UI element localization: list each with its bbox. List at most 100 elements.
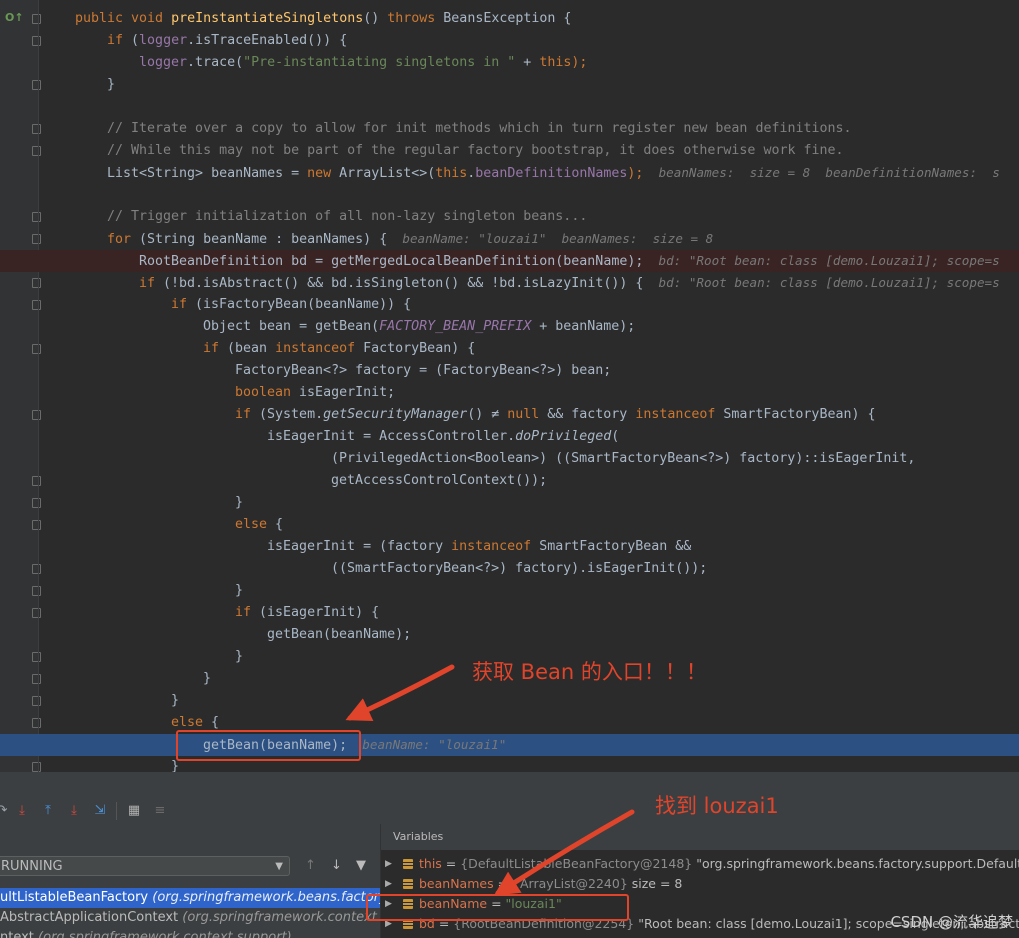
code-token: new [307, 166, 340, 181]
code-token: ); [627, 166, 644, 181]
code-line[interactable]: // Trigger initialization of all non-laz… [0, 206, 1019, 228]
code-token: beanDefinitionNames [475, 166, 628, 181]
step-into-icon[interactable]: ⤓ [14, 803, 30, 819]
code-line[interactable]: isEagerInit = (factory instanceof SmartF… [0, 536, 1019, 558]
code-text: boolean isEagerInit; [235, 382, 395, 404]
code-token: // Iterate over a copy to allow for init… [107, 121, 852, 136]
code-token: } [203, 671, 212, 686]
code-line[interactable]: } [0, 492, 1019, 514]
code-line[interactable]: FactoryBean<?> factory = (FactoryBean<?>… [0, 360, 1019, 382]
force-step-into-icon[interactable]: ⤓ [66, 803, 82, 819]
code-token: && factory [547, 407, 636, 422]
code-token: "Pre-instantiating singletons in " [243, 55, 516, 70]
code-line[interactable]: for (String beanName : beanNames) { bean… [0, 228, 1019, 250]
inline-debug-value: beanNames: size = 8 beanDefinitionNames:… [643, 165, 1000, 180]
equals-sign: = [441, 856, 461, 871]
arrow-up-icon[interactable]: ↑ [305, 858, 316, 873]
code-token: (bean [227, 341, 276, 356]
thread-selector[interactable]: RUNNING ▼ [0, 856, 290, 876]
code-line[interactable]: isEagerInit = AccessController.doPrivile… [0, 426, 1019, 448]
code-line[interactable]: getBean(beanName); [0, 624, 1019, 646]
code-token: instanceof [275, 341, 364, 356]
code-text: for (String beanName : beanNames) { bean… [107, 228, 713, 251]
code-token: BeansException { [443, 11, 572, 26]
code-token: instanceof [451, 539, 540, 554]
code-line[interactable]: else { [0, 514, 1019, 536]
code-text: (PrivilegedAction<Boolean>) ((SmartFacto… [331, 448, 915, 470]
code-line[interactable]: if (logger.isTraceEnabled()) { [0, 30, 1019, 52]
code-token: if [235, 407, 260, 422]
code-text: } [107, 74, 115, 96]
code-token: logger [139, 33, 188, 48]
inline-debug-value: bd: "Root bean: class [demo.Louzai1]; sc… [643, 253, 1000, 268]
code-line[interactable]: else { [0, 712, 1019, 734]
code-line[interactable]: (PrivilegedAction<Boolean>) ((SmartFacto… [0, 448, 1019, 470]
code-text: isEagerInit = (factory instanceof SmartF… [267, 536, 691, 558]
code-line[interactable]: } [0, 756, 1019, 772]
debugger-toolbar: ↷ ⤓ ⤒ ⤓ ⇲ ▦ ≡ [0, 798, 1019, 825]
code-line[interactable]: getBean(beanName); beanName: "louzai1" [0, 734, 1019, 756]
frame-package: (org.springframework.context.su [178, 910, 380, 925]
code-token: .trace( [187, 55, 244, 70]
code-text: ((SmartFactoryBean<?>) factory).isEagerI… [331, 558, 707, 580]
code-token: { [275, 517, 284, 532]
code-token: FactoryBean<?> factory = (FactoryBean<?>… [235, 363, 612, 378]
code-line[interactable]: if (bean instanceof FactoryBean) { [0, 338, 1019, 360]
code-token: + beanName); [531, 319, 636, 334]
step-out-icon[interactable]: ⤒ [40, 803, 56, 819]
code-token: instanceof [635, 407, 724, 422]
code-line[interactable]: } [0, 74, 1019, 96]
stack-frame[interactable]: ntext (org.springframework.context.suppo… [0, 928, 380, 938]
code-line[interactable] [0, 184, 1019, 206]
code-line[interactable] [0, 96, 1019, 118]
variable-row[interactable]: ▶ beanNames = {ArrayList@2240} size = 8 [381, 874, 1019, 894]
variable-row[interactable]: ▶ this = {DefaultListableBeanFactory@2148… [381, 854, 1019, 874]
code-token: preInstantiateSingletons [171, 11, 364, 26]
code-token: (String beanName : beanNames) { [139, 232, 388, 247]
entry-highlight-box [176, 730, 361, 761]
code-line[interactable]: boolean isEagerInit; [0, 382, 1019, 404]
code-line[interactable]: logger.trace("Pre-instantiating singleto… [0, 52, 1019, 74]
code-line[interactable]: if (isFactoryBean(beanName)) { [0, 294, 1019, 316]
inline-debug-value: beanName: "louzai1" [347, 737, 507, 752]
code-line[interactable]: } [0, 690, 1019, 712]
code-line[interactable]: RootBeanDefinition bd = getMergedLocalBe… [0, 250, 1019, 272]
code-line[interactable]: public void preInstantiateSingletons() t… [0, 8, 1019, 30]
code-token: (isEagerInit) { [259, 605, 380, 620]
variable-highlight-box [366, 894, 629, 921]
code-line[interactable]: // While this may not be part of the reg… [0, 140, 1019, 162]
code-token: } [171, 693, 180, 708]
variable-value: "org.springframework.beans.factory.suppo… [692, 856, 1019, 871]
code-line[interactable]: } [0, 580, 1019, 602]
frame-package: (org.springframework.beans.factory.su [148, 890, 380, 905]
code-line[interactable]: if (isEagerInit) { [0, 602, 1019, 624]
trace-icon[interactable]: ≡ [152, 803, 168, 819]
filter-icon[interactable]: ▼ [356, 858, 366, 873]
code-line[interactable]: // Iterate over a copy to allow for init… [0, 118, 1019, 140]
expand-arrow-icon[interactable]: ▶ [385, 874, 392, 894]
code-token: isEagerInit = AccessController. [267, 429, 516, 444]
code-line[interactable]: List<String> beanNames = new ArrayList<>… [0, 162, 1019, 184]
code-token: else [171, 715, 212, 730]
step-over-icon[interactable]: ↷ [0, 803, 10, 819]
equals-sign: = [493, 876, 513, 891]
stack-frame[interactable]: AbstractApplicationContext (org.springfr… [0, 908, 380, 928]
run-to-cursor-icon[interactable]: ⇲ [92, 803, 108, 819]
arrow-down-icon[interactable]: ↓ [331, 858, 342, 873]
code-token: this [539, 55, 572, 70]
code-line[interactable]: ((SmartFactoryBean<?>) factory).isEagerI… [0, 558, 1019, 580]
toolbar-separator [116, 802, 117, 820]
expand-arrow-icon[interactable]: ▶ [385, 854, 392, 874]
code-line[interactable]: getAccessControlContext()); [0, 470, 1019, 492]
stack-frame[interactable]: ultListableBeanFactory (org.springframew… [0, 888, 380, 908]
code-token: public void [75, 11, 172, 26]
code-line[interactable]: if (System.getSecurityManager() ≠ null &… [0, 404, 1019, 426]
code-token: throws [387, 11, 444, 26]
evaluate-expression-icon[interactable]: ▦ [126, 803, 142, 819]
code-token: (isFactoryBean(beanName)) { [195, 297, 412, 312]
code-line[interactable]: Object bean = getBean(FACTORY_BEAN_PREFI… [0, 316, 1019, 338]
code-line[interactable]: if (!bd.isAbstract() && bd.isSingleton()… [0, 272, 1019, 294]
code-token: (PrivilegedAction<Boolean>) ((SmartFacto… [331, 451, 916, 466]
code-text: // While this may not be part of the reg… [107, 140, 844, 162]
code-token: (System. [259, 407, 324, 422]
